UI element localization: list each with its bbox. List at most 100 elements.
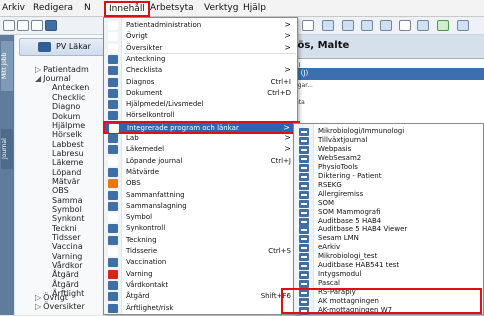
menu-arbetsyta[interactable]: Arbetsyta bbox=[150, 3, 194, 13]
patient-icon bbox=[38, 42, 51, 52]
submenu-item-label: eArkiv bbox=[318, 243, 341, 252]
menu-item-teckning[interactable]: Teckning bbox=[104, 235, 299, 246]
tree-item[interactable]: Löpand bbox=[52, 168, 81, 177]
tree-item[interactable]: Antecken bbox=[52, 83, 89, 92]
expand-arrow-icon[interactable]: ▷ bbox=[35, 65, 41, 74]
menu-n[interactable]: N bbox=[84, 3, 91, 13]
tree-item[interactable]: Vårdkor bbox=[52, 261, 83, 270]
program-icon bbox=[299, 271, 309, 280]
menu-arkiv[interactable]: Arkiv bbox=[2, 3, 25, 13]
menu-item--tg-rd[interactable]: Åtgärd Shift+F6 bbox=[104, 291, 299, 302]
menu-verktyg[interactable]: Verktyg bbox=[204, 3, 238, 13]
tree-item[interactable]: OBS bbox=[52, 186, 69, 195]
tree-item[interactable]: Symbol bbox=[52, 205, 82, 214]
menu-item-varning[interactable]: Varning bbox=[104, 269, 299, 280]
tree-item[interactable]: Hörselk bbox=[52, 130, 82, 139]
menu-item-shortcut: Ctrl+S bbox=[268, 247, 291, 255]
toolbar-button-3[interactable] bbox=[31, 20, 43, 31]
menu-hj-lp[interactable]: Hjälp bbox=[243, 3, 266, 13]
menu-item--vrigt[interactable]: Övrigt > bbox=[104, 31, 299, 42]
menu-item-integrerade-program-och-l-nkar[interactable]: Integrerade program och länkar > bbox=[103, 120, 300, 134]
toolbar-button-13[interactable] bbox=[457, 20, 469, 31]
tree-item[interactable]: Varning bbox=[52, 252, 82, 261]
menu-item-checklista[interactable]: Checklista > bbox=[104, 65, 299, 76]
menu-item-obs[interactable]: OBS bbox=[104, 178, 299, 189]
menu-item-label: Checklista bbox=[126, 66, 163, 75]
tree-item-label: Teckni bbox=[52, 223, 77, 233]
menu-item-lab[interactable]: Lab > bbox=[104, 133, 299, 144]
menu-item-l-kemedel[interactable]: Läkemedel > bbox=[104, 144, 299, 155]
menu-item-icon bbox=[108, 269, 118, 279]
menu-item-v-rdkontakt[interactable]: Vårdkontakt bbox=[104, 280, 299, 291]
toolbar-button-1[interactable] bbox=[3, 20, 15, 31]
tree-item[interactable]: Checklic bbox=[52, 93, 85, 102]
tree-item[interactable]: Dokum bbox=[52, 112, 80, 121]
menu-inneh-ll[interactable]: Innehåll bbox=[104, 1, 150, 17]
menu-item-sammanfattning[interactable]: Sammanfattning bbox=[104, 190, 299, 201]
toolbar-button-8[interactable] bbox=[361, 20, 373, 31]
toolbar-button-7[interactable] bbox=[342, 20, 354, 31]
menu-item-dokument[interactable]: Dokument Ctrl+D bbox=[104, 88, 299, 99]
tree-item[interactable]: Åtgärd bbox=[52, 280, 79, 289]
tree-item[interactable]: Labbest bbox=[52, 140, 84, 149]
tree-group-item[interactable]: ▷ Översikter bbox=[35, 302, 85, 311]
menu-item-l-pande-journal[interactable]: Löpande journal Ctrl+J bbox=[104, 156, 299, 167]
menu-item-vaccination[interactable]: Vaccination bbox=[104, 257, 299, 268]
menu-item-icon bbox=[108, 292, 118, 302]
tab-mitt-jobb[interactable]: Mitt jobb bbox=[1, 41, 13, 91]
toolbar-button-2[interactable] bbox=[17, 20, 29, 31]
tree-item[interactable]: Teckni bbox=[52, 224, 77, 233]
expand-arrow-icon[interactable]: ▷ bbox=[35, 293, 41, 302]
patient-blue-bar: d (J) bbox=[290, 68, 484, 80]
toolbar-button-12[interactable] bbox=[437, 20, 449, 31]
submenu-item-label: Webpasis bbox=[318, 144, 352, 153]
expand-arrow-icon[interactable]: ▷ bbox=[35, 302, 41, 311]
toolbar-button-6[interactable] bbox=[322, 20, 334, 31]
tree-group-item[interactable]: ▷ Övrigt bbox=[35, 293, 68, 302]
menu-item-hj-lpmedel-livsmedel[interactable]: Hjälpmedel/Livsmedel bbox=[104, 99, 299, 110]
program-icon bbox=[299, 181, 309, 190]
tree-item[interactable]: Åtgärd bbox=[52, 270, 79, 279]
menu-redigera[interactable]: Redigera bbox=[33, 3, 73, 13]
menu-item-m-tv-rde[interactable]: Mätvärde bbox=[104, 167, 299, 178]
menu-item-icon bbox=[108, 111, 118, 121]
tree-group-item[interactable]: ▷ Patientadm bbox=[35, 65, 89, 74]
tree-item[interactable]: Läkeme bbox=[52, 158, 83, 167]
menu-item--rftlighet-risk[interactable]: Ärftlighet/risk bbox=[104, 303, 299, 314]
tree-group-item[interactable]: ◢ Journal bbox=[35, 74, 71, 83]
toolbar-button-5[interactable] bbox=[302, 20, 314, 31]
toolbar-button-11[interactable] bbox=[417, 20, 429, 31]
menu-item-icon bbox=[108, 190, 118, 200]
menu-item-label: Dokument bbox=[126, 88, 163, 97]
menu-item-shortcut: Ctrl+J bbox=[270, 156, 291, 165]
menu-item-synkontroll[interactable]: Synkontroll bbox=[104, 223, 299, 234]
submenu-item-label: Auditbase HAB541 test bbox=[318, 261, 400, 270]
toolbar-button-9[interactable] bbox=[380, 20, 392, 31]
menu-item-icon bbox=[108, 77, 118, 87]
tree-item[interactable]: Samma bbox=[52, 196, 82, 205]
menu-item-label: Mätvärde bbox=[126, 167, 160, 176]
menu-item-icon bbox=[109, 123, 119, 133]
expand-arrow-icon[interactable]: ◢ bbox=[35, 74, 41, 83]
submenu-item-label: Allergiremiss bbox=[318, 189, 364, 198]
menu-item-sammanslagning[interactable]: Sammanslagning bbox=[104, 201, 299, 212]
tree-item[interactable]: Hjälpme bbox=[52, 121, 85, 130]
toolbar-button-10[interactable] bbox=[399, 20, 411, 31]
submenu-item-label: WebSesam2 bbox=[318, 153, 362, 162]
tree-item[interactable]: Synkont bbox=[52, 214, 84, 223]
menu-item-tidsserie[interactable]: Tidsserie Ctrl+S bbox=[104, 246, 299, 257]
tree-item-label: Synkont bbox=[52, 214, 85, 224]
toolbar-button-4[interactable] bbox=[45, 20, 57, 31]
menu-item-diagnos[interactable]: Diagnos Ctrl+I bbox=[104, 77, 299, 88]
menu-item-patientadministration[interactable]: Patientadministration > bbox=[104, 20, 299, 31]
tree-item[interactable]: Diagno bbox=[52, 102, 80, 111]
tree-item[interactable]: Vaccina bbox=[52, 242, 83, 251]
tree-item[interactable]: Tidsser bbox=[52, 233, 81, 242]
tab-journal[interactable]: Journal bbox=[1, 129, 13, 169]
menu-item-symbol[interactable]: Symbol bbox=[104, 212, 299, 223]
tree-item[interactable]: Mätvär bbox=[52, 177, 80, 186]
menu-item-anteckning[interactable]: Anteckning bbox=[104, 54, 299, 65]
submenu-item-label: RSEKG bbox=[318, 180, 342, 189]
menu-item-label: Ärftlighet/risk bbox=[126, 303, 174, 312]
tree-item[interactable]: Labresu bbox=[52, 149, 84, 158]
